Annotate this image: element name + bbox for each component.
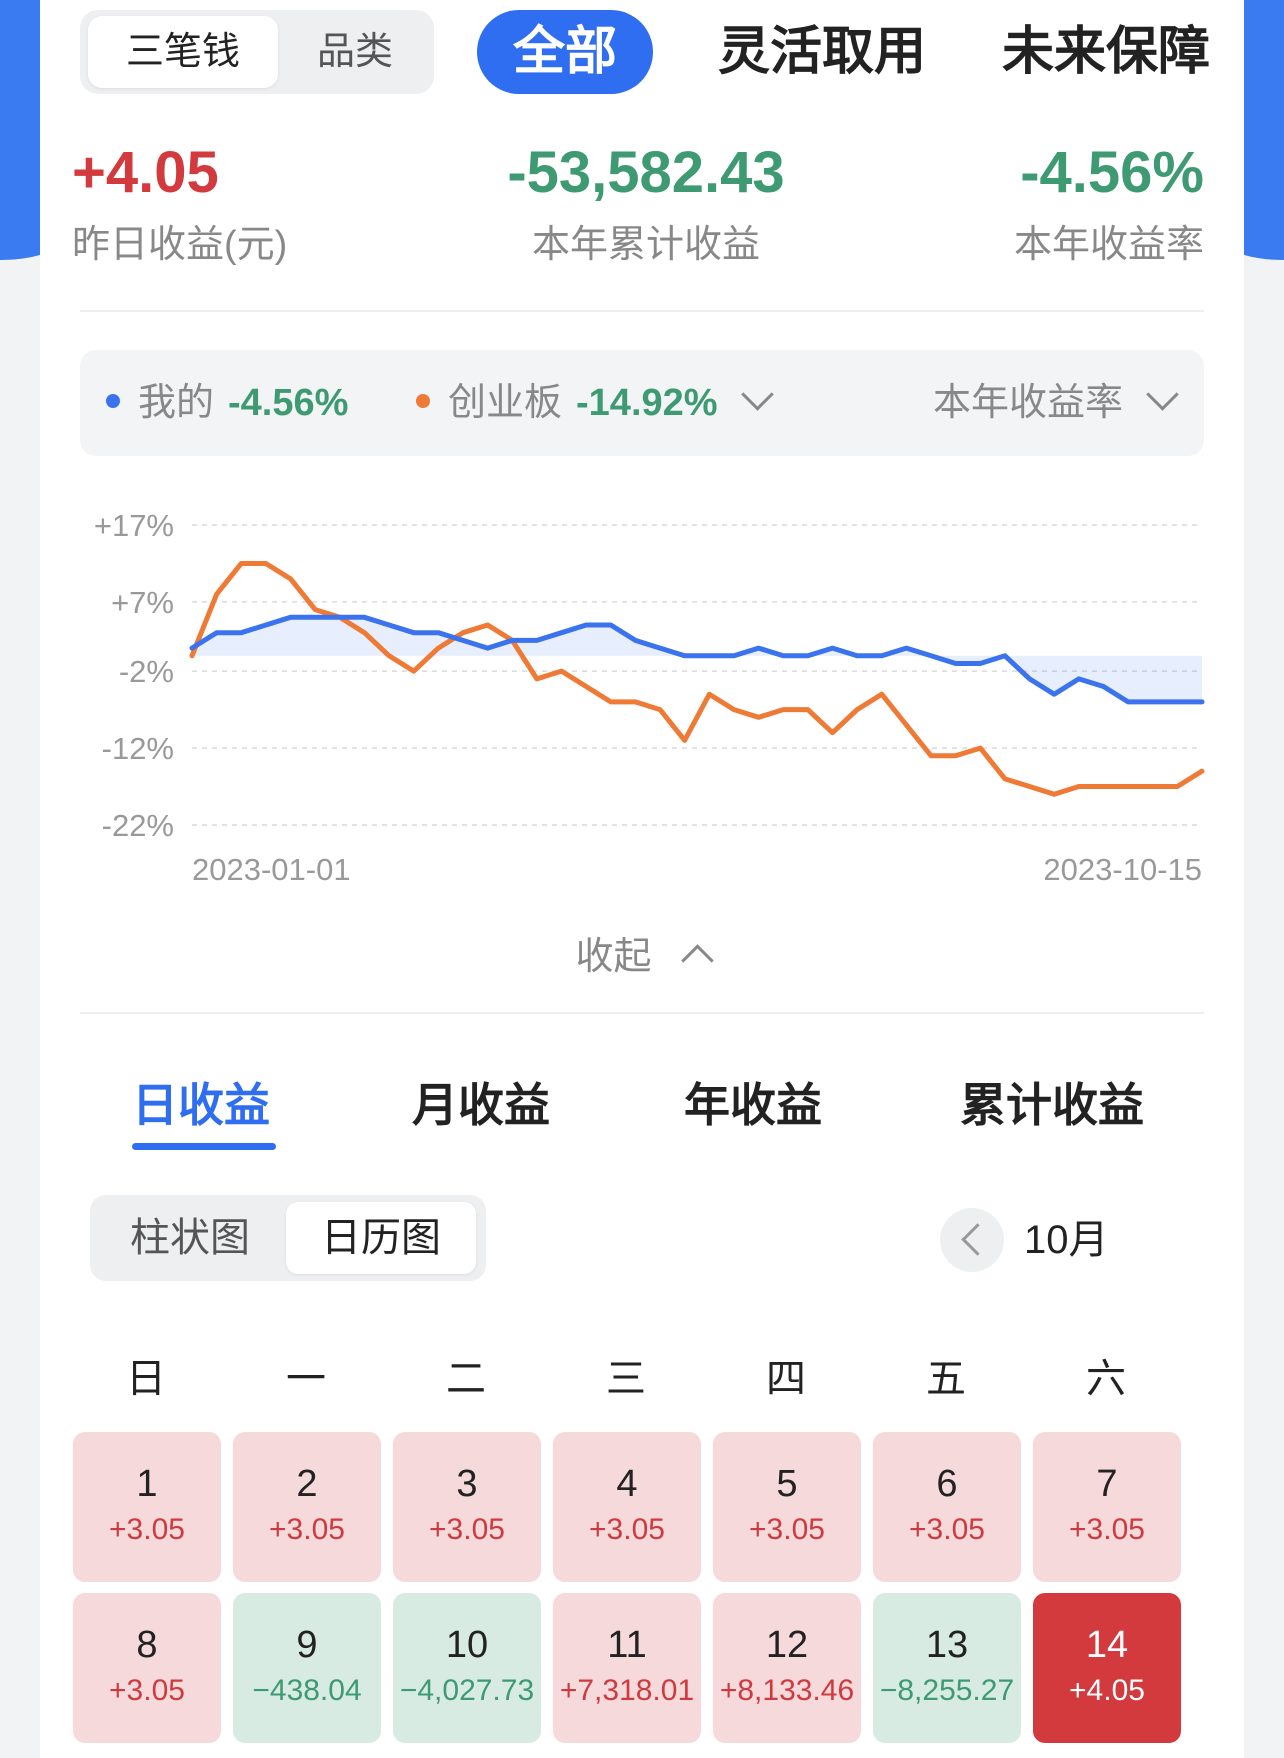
y-tick-label: -2% — [119, 654, 174, 689]
tab-cumulative-earnings[interactable]: 累计收益 — [960, 1070, 1144, 1140]
calendar-day[interactable]: 14 +4.05 — [1033, 1593, 1181, 1743]
calendar-day-number: 2 — [296, 1463, 318, 1505]
calendar-day-number: 4 — [616, 1463, 638, 1505]
legend-benchmark-value: -14.92% — [576, 382, 718, 424]
y-tick-label: +7% — [111, 585, 174, 620]
calendar-day-number: 12 — [765, 1624, 809, 1666]
calendar-day-number: 5 — [776, 1463, 798, 1505]
calendar-day-earnings: +3.05 — [269, 1513, 345, 1546]
calendar-day-earnings: +7,318.01 — [559, 1674, 695, 1707]
ytd-return-value: -4.56% — [1020, 140, 1204, 205]
collapse-button[interactable]: 收起 — [40, 925, 1244, 980]
calendar-day-number: 3 — [456, 1463, 478, 1505]
legend-mine: 我的 -4.56% — [106, 350, 348, 456]
y-tick-label: -22% — [102, 808, 174, 843]
calendar-day-number: 8 — [136, 1624, 158, 1666]
month-label: 10月 — [1024, 1218, 1109, 1262]
calendar-day-earnings: +4.05 — [1069, 1674, 1145, 1707]
legend-mine-value: -4.56% — [228, 382, 349, 424]
calendar-day-earnings: +3.05 — [429, 1513, 505, 1546]
calendar-day[interactable]: 13 −8,255.27 — [873, 1593, 1021, 1743]
tab-yearly-earnings[interactable]: 年收益 — [684, 1070, 822, 1140]
calendar-day[interactable]: 4 +3.05 — [553, 1432, 701, 1582]
prev-month-button[interactable] — [940, 1208, 1004, 1272]
tab-daily-earnings[interactable]: 日收益 — [132, 1070, 270, 1140]
weekday-label: 一 — [286, 1357, 326, 1401]
active-tab-indicator — [132, 1143, 276, 1150]
benchmark-dot-icon — [416, 393, 430, 408]
calendar-day-earnings: +3.05 — [749, 1513, 825, 1546]
calendar-day-number: 13 — [925, 1624, 969, 1666]
calendar-day[interactable]: 5 +3.05 — [713, 1432, 861, 1582]
ytd-earnings-value: -53,582.43 — [507, 140, 785, 205]
segment-three-funds[interactable]: 三笔钱 — [88, 16, 278, 88]
weekday-label: 二 — [446, 1357, 486, 1401]
x-tick-label: 2023-01-01 — [192, 852, 351, 887]
calendar-day-number: 14 — [1085, 1624, 1129, 1666]
calendar-day-earnings: +3.05 — [109, 1513, 185, 1546]
calendar-day[interactable]: 2 +3.05 — [233, 1432, 381, 1582]
view-toggle: 柱状图 日历图 — [90, 1195, 486, 1281]
calendar-day-number: 9 — [296, 1624, 318, 1666]
tab-all[interactable]: 全部 — [477, 10, 653, 94]
calendar-day-number: 1 — [136, 1463, 158, 1505]
earnings-card: 三笔钱 品类 全部 灵活取用 未来保障 +4.05 昨日收益(元) -53,58… — [40, 0, 1244, 1758]
chevron-left-icon — [961, 1223, 994, 1256]
divider — [80, 310, 1204, 312]
calendar-day[interactable]: 12 +8,133.46 — [713, 1593, 861, 1743]
calendar-day[interactable]: 8 +3.05 — [73, 1593, 221, 1743]
tab-flexible-use[interactable]: 灵活取用 — [718, 20, 926, 84]
divider — [80, 1012, 1204, 1014]
calendar-day-earnings: +3.05 — [589, 1513, 665, 1546]
yesterday-earnings-label: 昨日收益(元) — [72, 224, 288, 266]
calendar-day[interactable]: 9 −438.04 — [233, 1593, 381, 1743]
mine-dot-icon — [106, 393, 120, 408]
calendar-day-earnings: +3.05 — [909, 1513, 985, 1546]
legend-mine-label: 我的 — [138, 382, 215, 424]
weekday-label: 四 — [766, 1357, 806, 1401]
chevron-down-icon — [1146, 378, 1179, 412]
tab-monthly-earnings[interactable]: 月收益 — [412, 1070, 550, 1140]
return-line-chart: +17% +7% -2% -12% -22% 2023-01-01 2023-10-15 — [94, 508, 1205, 887]
weekday-label: 日 — [126, 1357, 166, 1401]
legend-benchmark-label: 创业板 — [448, 382, 563, 424]
calendar-day-number: 6 — [936, 1463, 958, 1505]
calendar-day-number: 11 — [607, 1624, 647, 1666]
metric-label: 本年收益率 — [932, 382, 1123, 424]
benchmark-selector[interactable]: 创业板 -14.92% — [416, 350, 774, 456]
calendar-day-earnings: −8,255.27 — [879, 1674, 1015, 1707]
weekday-label: 五 — [926, 1357, 966, 1401]
yesterday-earnings-value: +4.05 — [72, 140, 219, 205]
collapse-label: 收起 — [575, 936, 652, 978]
segment-category[interactable]: 品类 — [280, 16, 430, 88]
calendar-day[interactable]: 10 −4,027.73 — [393, 1593, 541, 1743]
metric-selector[interactable]: 本年收益率 — [932, 350, 1179, 456]
ytd-earnings-label: 本年累计收益 — [531, 224, 760, 266]
ytd-return-label: 本年收益率 — [1013, 224, 1204, 266]
calendar-day-earnings: +8,133.46 — [719, 1674, 855, 1707]
chart-legend: 我的 -4.56% 创业板 -14.92% 本年收益率 — [80, 350, 1204, 456]
view-calendar[interactable]: 日历图 — [286, 1202, 476, 1274]
calendar-day-earnings: +3.05 — [109, 1674, 185, 1707]
weekday-label: 三 — [606, 1357, 646, 1401]
calendar-day[interactable]: 6 +3.05 — [873, 1432, 1021, 1582]
tab-future-security[interactable]: 未来保障 — [1002, 20, 1242, 84]
y-tick-label: +17% — [94, 508, 174, 543]
view-bar-chart[interactable]: 柱状图 — [98, 1202, 282, 1274]
weekday-label: 六 — [1086, 1357, 1126, 1401]
calendar-day-earnings: −438.04 — [252, 1674, 362, 1707]
calendar-day[interactable]: 3 +3.05 — [393, 1432, 541, 1582]
chevron-up-icon — [680, 944, 714, 978]
calendar-day-earnings: +3.05 — [1069, 1513, 1145, 1546]
calendar-day-number: 7 — [1096, 1463, 1118, 1505]
calendar-day[interactable]: 1 +3.05 — [73, 1432, 221, 1582]
category-segment: 三笔钱 品类 — [80, 10, 434, 94]
y-tick-label: -12% — [102, 731, 174, 766]
chevron-down-icon — [740, 378, 774, 412]
x-tick-label: 2023-10-15 — [1043, 852, 1202, 887]
calendar-day[interactable]: 7 +3.05 — [1033, 1432, 1181, 1582]
calendar-day[interactable]: 11 +7,318.01 — [553, 1593, 701, 1743]
calendar-day-earnings: −4,027.73 — [399, 1674, 535, 1707]
calendar-day-number: 10 — [445, 1624, 489, 1666]
